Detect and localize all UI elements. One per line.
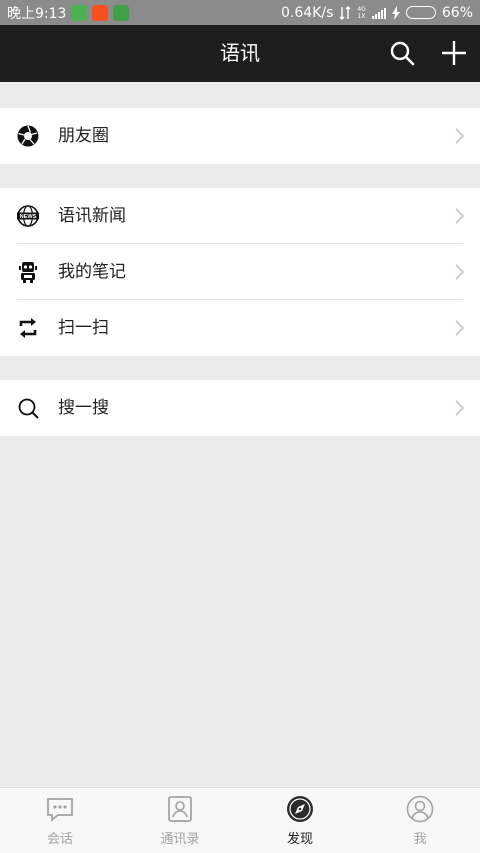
status-time: 晚上9:13 [7,5,67,22]
menu-item-label: 扫一扫 [58,318,109,338]
contacts-icon [168,796,192,822]
menu-item-label: 搜一搜 [58,398,109,418]
chevron-right-icon [455,320,464,336]
tab-contacts[interactable]: 通讯录 [120,788,240,853]
chevron-right-icon [455,128,464,144]
chat-bubble-icon [47,798,73,822]
chevron-right-icon [455,400,464,416]
top-header: 语讯 [0,25,480,82]
news-globe-icon: NEWS [17,205,39,227]
news-icon-text: NEWS [20,214,37,220]
menu-item-label: 朋友圈 [58,126,109,146]
menu-group-tools: NEWS 语讯新闻 我的笔记 扫一扫 [0,188,480,356]
tab-chats[interactable]: 会话 [0,788,120,853]
status-bar: 晚上9:13 0.64K/s 4G 1X 66% [0,0,480,25]
net-speed: 0.64K/s [281,4,334,21]
search-icon [18,398,39,419]
menu-item-label: 我的笔记 [58,262,126,282]
notification-wechat-icon [113,4,130,21]
tab-discover[interactable]: 发现 [240,788,360,853]
network-sub: 1X [357,12,366,20]
menu-item-moments[interactable]: 朋友圈 [0,108,480,164]
menu-item-label: 语讯新闻 [58,206,126,226]
notification-app-icon [71,4,88,21]
network-type: 4G [357,5,366,13]
signal-icon [371,7,386,19]
aperture-icon [17,125,39,147]
data-transfer-icon [339,5,351,20]
chevron-right-icon [455,208,464,224]
battery-text: 66% [441,4,473,21]
chevron-right-icon [455,264,464,280]
tab-label: 我 [413,832,427,847]
menu-item-scan[interactable]: 扫一扫 [0,300,480,356]
battery-icon [405,6,436,19]
tab-label: 会话 [46,832,73,847]
menu-item-search[interactable]: 搜一搜 [0,380,480,436]
menu-item-notes[interactable]: 我的笔记 [0,244,480,300]
header-add-icon[interactable] [440,39,468,67]
bottom-tab-bar: 会话 通讯录 发现 我 [0,787,480,853]
notification-clock-icon [92,4,109,21]
menu-group-search: 搜一搜 [0,380,480,436]
tab-label: 通讯录 [160,832,200,847]
charging-icon [391,5,400,20]
tab-label: 发现 [286,832,313,847]
header-search-icon[interactable] [388,39,416,67]
scan-arrows-icon [19,318,37,338]
tab-me[interactable]: 我 [360,788,480,853]
robot-icon [19,262,37,283]
menu-group-moments: 朋友圈 [0,108,480,164]
compass-icon [287,796,313,822]
person-icon [406,795,434,823]
menu-item-news[interactable]: NEWS 语讯新闻 [0,188,480,244]
